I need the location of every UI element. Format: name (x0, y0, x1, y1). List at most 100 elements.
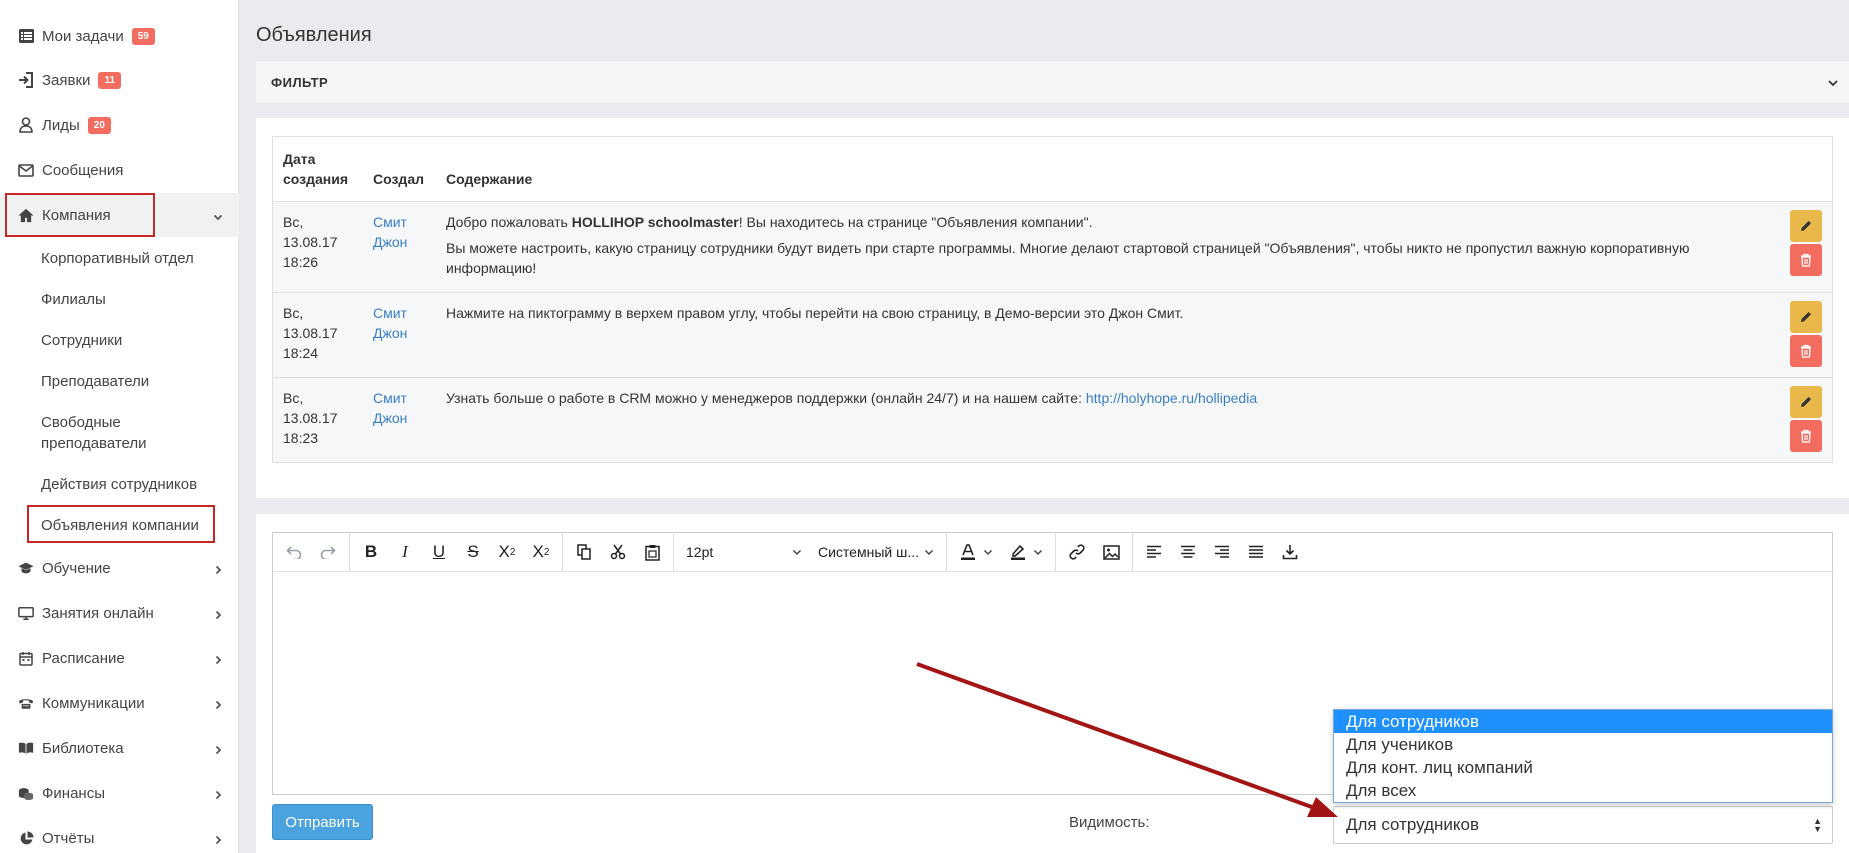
sidebar-item-requests[interactable]: Заявки 11 (0, 58, 239, 102)
font-size-select[interactable]: 12pt (678, 535, 810, 569)
visibility-option[interactable]: Для всех (1334, 779, 1832, 802)
cell-date: Вс, 13.08.17 18:26 (272, 201, 363, 293)
delete-button[interactable] (1790, 335, 1822, 367)
toolbar-group-color (947, 532, 1056, 572)
underline-button[interactable]: U (422, 535, 456, 569)
filter-panel-header[interactable]: ФИЛЬТР (256, 60, 1849, 104)
link-button[interactable] (1060, 535, 1094, 569)
copy-button[interactable] (567, 535, 601, 569)
strikethrough-button[interactable]: S (456, 535, 490, 569)
author-link[interactable]: Смит Джон (373, 388, 413, 428)
cell-author: Смит Джон (363, 377, 436, 463)
chevron-down-icon (983, 549, 993, 556)
align-center-button[interactable] (1171, 535, 1205, 569)
sidebar-item-finance[interactable]: Финансы (0, 771, 239, 815)
superscript-button[interactable]: X2 (490, 535, 524, 569)
visibility-dropdown: Для сотрудников Для учеников Для конт. л… (1333, 709, 1833, 803)
edit-button[interactable] (1790, 301, 1822, 333)
highlight-color-button[interactable] (1001, 535, 1051, 569)
chevron-right-icon (213, 562, 223, 579)
chevron-right-icon (213, 832, 223, 849)
sidebar-item-online-lessons[interactable]: Занятия онлайн (0, 591, 239, 635)
sidebar-item-education[interactable]: Обучение (0, 546, 239, 590)
editor-panel: B I U S X2 X2 12pt Системный ш... Отправ… (256, 514, 1849, 853)
cell-date: Вс, 13.08.17 18:24 (272, 292, 363, 378)
sidebar-item-leads[interactable]: Лиды 20 (0, 103, 239, 147)
text-color-button[interactable] (951, 535, 1001, 569)
insert-file-button[interactable] (1273, 535, 1307, 569)
sidebar-subitem-employee-actions[interactable]: Действия сотрудников (41, 474, 197, 495)
pencil-icon (1801, 221, 1811, 231)
sidebar-item-communications[interactable]: Коммуникации (0, 681, 239, 725)
sidebar-item-label: Обучение (42, 559, 111, 577)
font-size-value: 12pt (686, 544, 714, 560)
subscript-button[interactable]: X2 (524, 535, 558, 569)
sidebar-item-tasks[interactable]: Мои задачи 59 (0, 14, 239, 58)
sidebar-subitem-free-teachers[interactable]: Свободные преподаватели (41, 412, 191, 454)
leads-count-badge: 20 (87, 116, 111, 134)
sidebar-item-label: Мои задачи (42, 27, 124, 45)
toolbar-group-align (1133, 532, 1311, 572)
chevron-down-icon[interactable] (1827, 76, 1839, 92)
send-button[interactable]: Отправить (272, 804, 373, 840)
redo-button[interactable] (311, 535, 345, 569)
sidebar-item-label: Занятия онлайн (42, 604, 154, 622)
sidebar-subitem-corporate-dept[interactable]: Корпоративный отдел (41, 248, 194, 269)
cut-button[interactable] (601, 535, 635, 569)
sidebar-item-reports[interactable]: Отчёты (0, 816, 239, 853)
table-row: Вс, 13.08.17 18:26 Смит Джон Добро пожал… (272, 201, 1833, 293)
scissors-icon (610, 544, 626, 560)
sidebar-subitem-teachers[interactable]: Преподаватели (41, 371, 149, 392)
image-button[interactable] (1094, 535, 1128, 569)
visibility-option[interactable]: Для сотрудников (1334, 710, 1832, 733)
cell-date: Вс, 13.08.17 18:23 (272, 377, 363, 463)
toolbar-group-format: B I U S X2 X2 (350, 532, 563, 572)
hollipedia-link[interactable]: http://holyhope.ru/hollipedia (1086, 390, 1257, 406)
sidebar-subitem-employees[interactable]: Сотрудники (41, 330, 122, 351)
table-header-row: Дата создания Создал Содержание (272, 136, 1833, 202)
trash-icon (1801, 429, 1811, 443)
column-header-author: Создал (363, 136, 436, 202)
highlighter-icon (1011, 544, 1025, 560)
toolbar-group-font: 12pt Системный ш... (674, 532, 947, 572)
cell-actions (1778, 377, 1833, 463)
edit-button[interactable] (1790, 210, 1822, 242)
cell-actions (1778, 292, 1833, 378)
author-link[interactable]: Смит Джон (373, 303, 413, 343)
cell-content: Добро пожаловать HOLLIHOP schoolmaster! … (436, 201, 1778, 293)
sidebar-item-library[interactable]: Библиотека (0, 726, 239, 770)
sidebar-item-schedule[interactable]: Расписание (0, 636, 239, 680)
pie-chart-icon (18, 830, 34, 846)
book-icon (18, 740, 34, 756)
undo-icon (286, 546, 302, 559)
chevron-right-icon (213, 652, 223, 669)
calendar-icon (18, 650, 34, 666)
font-family-select[interactable]: Системный ш... (810, 535, 942, 569)
content-paragraph: Вы можете настроить, какую страницу сотр… (446, 240, 1690, 276)
visibility-option[interactable]: Для конт. лиц компаний (1334, 756, 1832, 779)
align-justify-button[interactable] (1239, 535, 1273, 569)
font-family-value: Системный ш... (818, 544, 920, 560)
delete-button[interactable] (1790, 420, 1822, 452)
sidebar-subitem-branches[interactable]: Филиалы (41, 289, 106, 310)
sidebar-item-messages[interactable]: Сообщения (0, 148, 239, 192)
sidebar-item-label: Библиотека (42, 739, 124, 757)
italic-button[interactable]: I (388, 535, 422, 569)
align-left-button[interactable] (1137, 535, 1171, 569)
bold-button[interactable]: B (354, 535, 388, 569)
visibility-select[interactable]: Для сотрудников ▲ ▼ (1333, 806, 1833, 844)
content-paragraph: Добро пожаловать HOLLIHOP schoolmaster! … (446, 214, 1093, 230)
paste-button[interactable] (635, 535, 669, 569)
edit-button[interactable] (1790, 386, 1822, 418)
delete-button[interactable] (1790, 244, 1822, 276)
coins-icon (18, 785, 34, 801)
column-header-date: Дата создания (272, 136, 363, 202)
toolbar-group-insert (1056, 532, 1133, 572)
chevron-down-icon (213, 209, 223, 226)
undo-button[interactable] (277, 535, 311, 569)
user-icon (18, 117, 34, 133)
align-right-button[interactable] (1205, 535, 1239, 569)
chevron-down-icon (1033, 549, 1043, 556)
author-link[interactable]: Смит Джон (373, 212, 413, 252)
visibility-option[interactable]: Для учеников (1334, 733, 1832, 756)
